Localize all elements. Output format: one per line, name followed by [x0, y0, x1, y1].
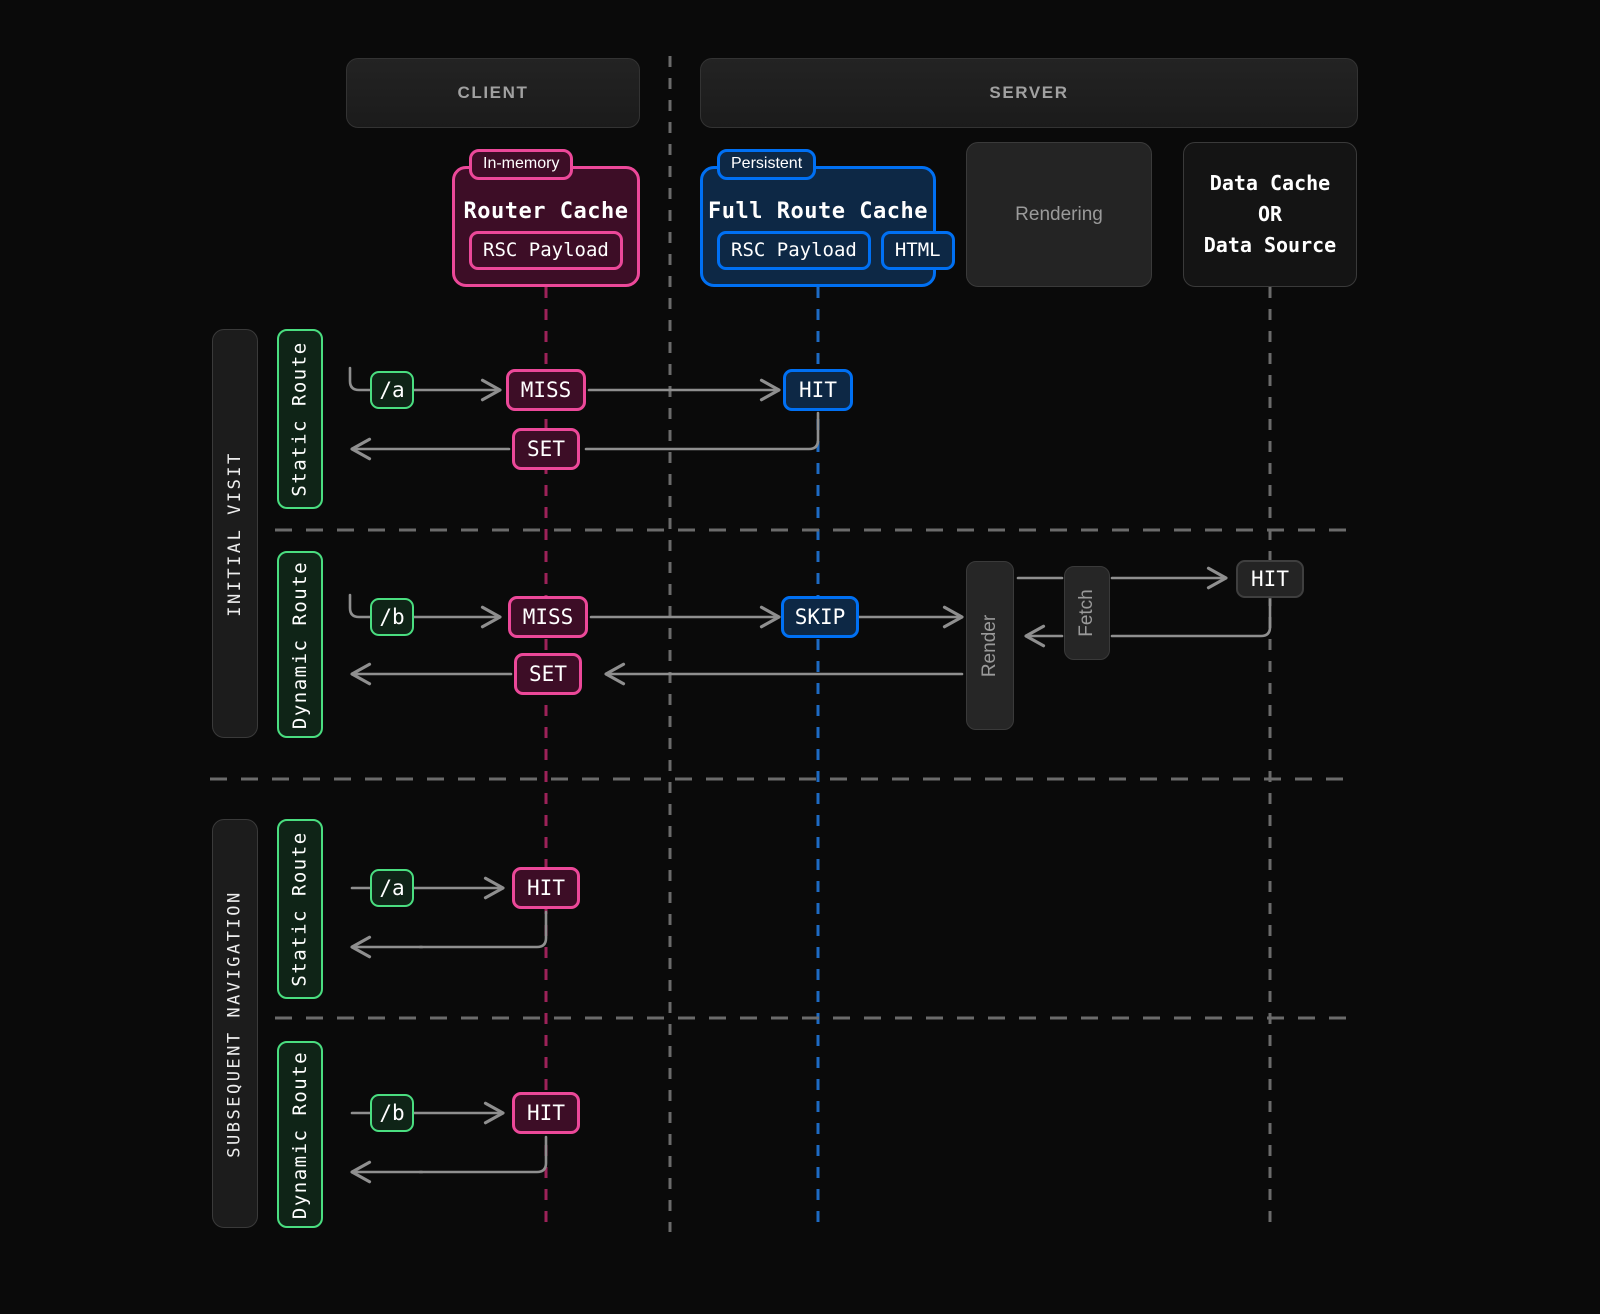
route-path-subsequent-dynamic-text: /b [379, 1101, 404, 1125]
route-path-initial-static-text: /a [379, 378, 404, 402]
router-cache-status-initial-static-text: MISS [521, 378, 572, 402]
route-label-initial-static: Static Route [277, 329, 323, 509]
return-path-r3 [420, 912, 546, 947]
router-cache-status-initial-static: MISS [506, 369, 586, 411]
router-cache-badge: In-memory [469, 149, 573, 180]
route-label-initial-static-text: Static Route [289, 341, 311, 496]
route-path-subsequent-static-text: /a [379, 876, 404, 900]
data-cache-status-initial-dynamic: HIT [1236, 560, 1304, 598]
diagram-canvas: CLIENT SERVER In-memory Router Cache RSC… [0, 0, 1600, 1314]
rendering-box-label: Rendering [1015, 204, 1103, 226]
full-route-cache-badge: Persistent [717, 149, 816, 180]
entry-hook-r2 [350, 595, 370, 617]
full-route-cache-status-initial-dynamic: SKIP [781, 596, 859, 638]
router-cache-status-subsequent-static: HIT [512, 867, 580, 909]
route-path-initial-dynamic: /b [370, 598, 414, 636]
fetch-stage-label: Fetch [1076, 589, 1098, 637]
return-path-r4 [420, 1137, 546, 1172]
full-route-cache-panel: Persistent Full Route Cache RSC Payload … [700, 166, 936, 287]
lane-header-client-label: CLIENT [458, 83, 529, 103]
rendering-box: Rendering [966, 142, 1152, 287]
lane-header-server: SERVER [700, 58, 1358, 128]
full-route-cache-chip-row: RSC Payload HTML [717, 231, 955, 270]
data-source-line-2: OR [1258, 199, 1282, 230]
route-path-initial-dynamic-text: /b [379, 605, 404, 629]
section-label-subsequent-navigation: SUBSEQUENT NAVIGATION [212, 819, 258, 1228]
fetch-stage-box: Fetch [1064, 566, 1110, 660]
router-cache-panel: In-memory Router Cache RSC Payload [452, 166, 640, 287]
route-path-subsequent-static: /a [370, 869, 414, 907]
chip-html: HTML [881, 231, 955, 270]
lane-header-client: CLIENT [346, 58, 640, 128]
router-cache-chip-row: RSC Payload [469, 231, 623, 270]
chip-rsc-payload-router: RSC Payload [469, 231, 623, 270]
entry-hook-r1 [350, 368, 370, 390]
full-route-cache-status-initial-dynamic-text: SKIP [795, 605, 846, 629]
router-cache-write-initial-static-text: SET [527, 437, 565, 461]
data-source-line-1: Data Cache [1210, 168, 1330, 199]
router-cache-status-subsequent-dynamic-text: HIT [527, 1101, 565, 1125]
data-source-box: Data Cache OR Data Source [1183, 142, 1357, 287]
section-label-initial-visit: INITIAL VISIT [212, 329, 258, 738]
lane-header-server-label: SERVER [989, 83, 1068, 103]
data-source-line-3: Data Source [1204, 230, 1336, 261]
router-cache-status-subsequent-static-text: HIT [527, 876, 565, 900]
return-data-to-fetch-r2 [1112, 600, 1270, 636]
route-label-subsequent-static: Static Route [277, 819, 323, 999]
route-path-subsequent-dynamic: /b [370, 1094, 414, 1132]
return-path-r1 [586, 413, 818, 449]
route-path-initial-static: /a [370, 371, 414, 409]
section-label-initial-visit-text: INITIAL VISIT [225, 451, 245, 617]
full-route-cache-title: Full Route Cache [703, 199, 933, 224]
route-label-initial-dynamic-text: Dynamic Route [289, 560, 311, 728]
chip-rsc-payload-full-route: RSC Payload [717, 231, 871, 270]
section-label-subsequent-navigation-text: SUBSEQUENT NAVIGATION [225, 890, 245, 1157]
router-cache-status-subsequent-dynamic: HIT [512, 1092, 580, 1134]
route-label-initial-dynamic: Dynamic Route [277, 551, 323, 738]
full-route-cache-status-initial-static-text: HIT [799, 378, 837, 402]
router-cache-status-initial-dynamic-text: MISS [523, 605, 574, 629]
router-cache-write-initial-static: SET [512, 428, 580, 470]
data-cache-status-initial-dynamic-text: HIT [1251, 567, 1289, 591]
route-label-subsequent-static-text: Static Route [289, 831, 311, 986]
router-cache-status-initial-dynamic: MISS [508, 596, 588, 638]
router-cache-title: Router Cache [455, 199, 637, 224]
render-stage-label: Render [979, 614, 1001, 676]
router-cache-write-initial-dynamic: SET [514, 653, 582, 695]
router-cache-write-initial-dynamic-text: SET [529, 662, 567, 686]
render-stage-box: Render [966, 561, 1014, 730]
full-route-cache-status-initial-static: HIT [783, 369, 853, 411]
route-label-subsequent-dynamic: Dynamic Route [277, 1041, 323, 1228]
route-label-subsequent-dynamic-text: Dynamic Route [289, 1050, 311, 1218]
